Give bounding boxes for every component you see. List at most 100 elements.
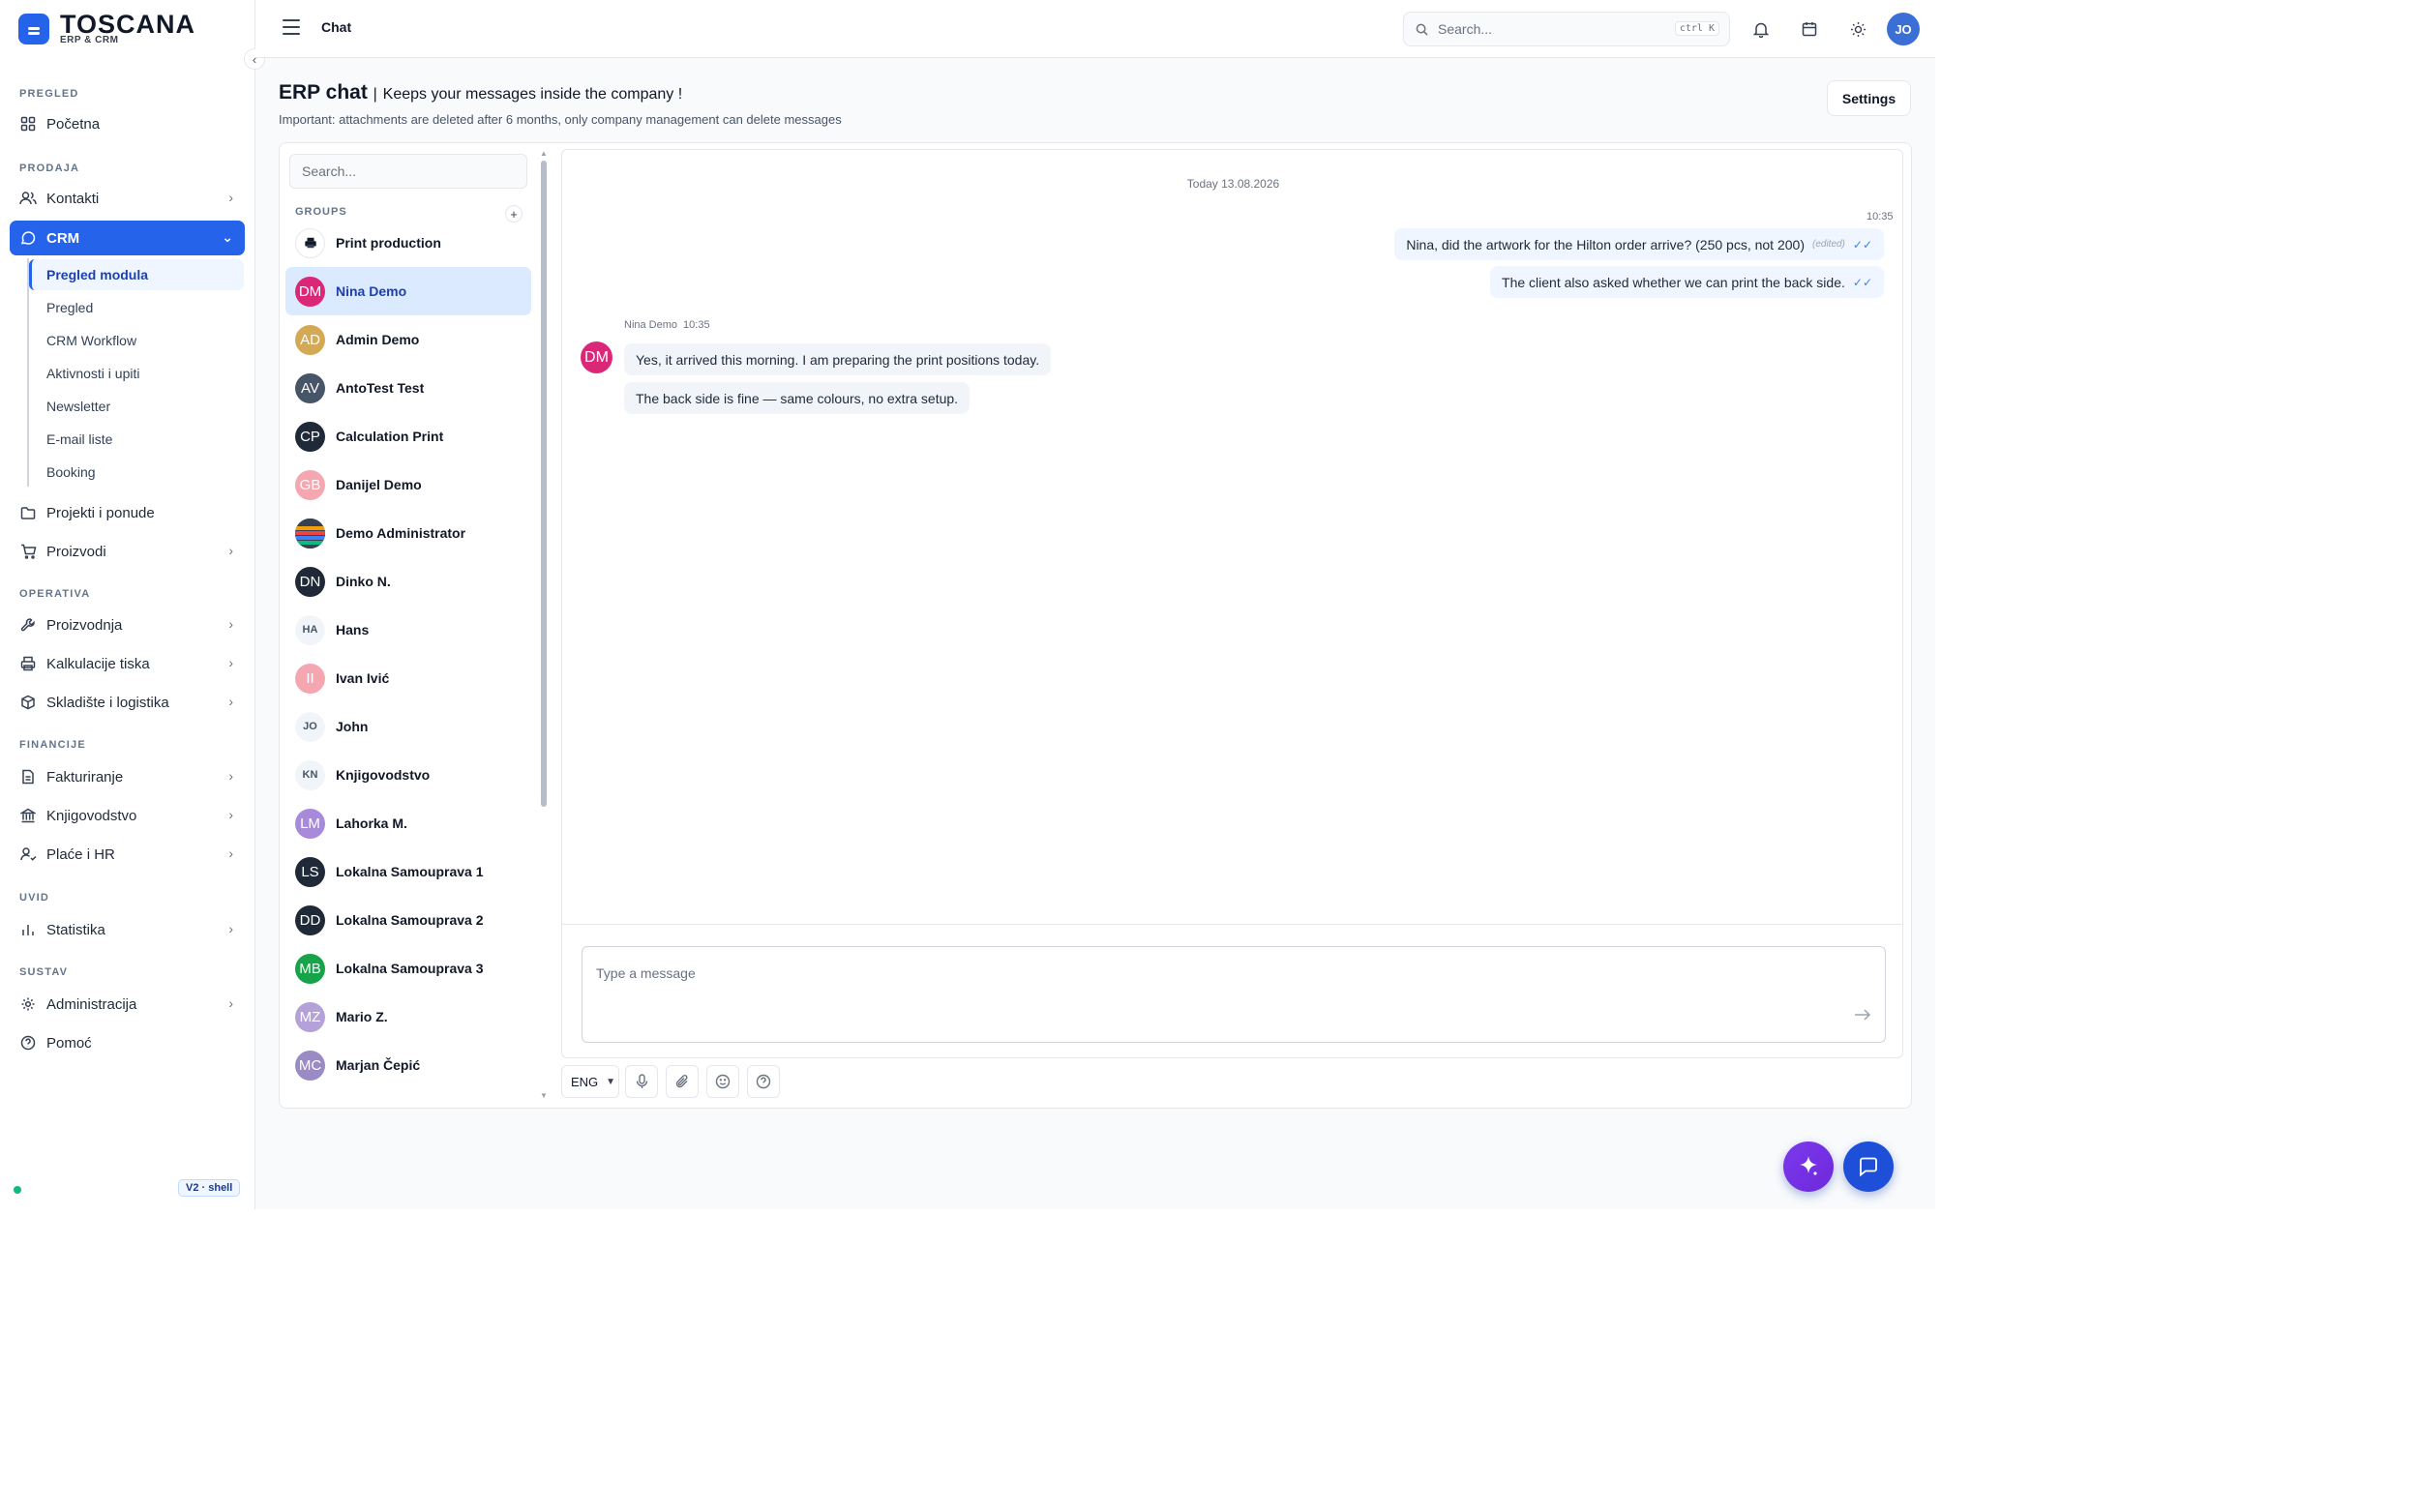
user-avatar[interactable]: JO [1887,13,1920,45]
help-icon[interactable] [747,1065,780,1098]
menu-icon[interactable] [283,19,300,40]
composer-toolbar: ENG ▼ [561,1064,788,1099]
contact-item[interactable]: HA Hans [285,606,531,654]
ai-assistant-button[interactable] [1783,1141,1834,1192]
contact-item[interactable]: Demo Administrator [285,509,531,557]
contact-name: Admin Demo [336,332,420,347]
sparkle-icon [1800,1156,1817,1175]
sidebar-item-pomoc[interactable]: Pomoć [10,1025,245,1060]
section-prodaja: PRODAJA [19,163,80,174]
sidebar-item-label: Knjigovodstvo [46,807,137,824]
sidebar-item-place[interactable]: Plaće i HR › [10,837,245,872]
incoming-message[interactable]: Yes, it arrived this morning. I am prepa… [624,343,1052,375]
contact-item[interactable]: GB Danijel Demo [285,460,531,509]
paperclip-icon[interactable] [666,1065,699,1098]
send-icon[interactable] [1854,1006,1871,1026]
sidebar-sub-aktivnosti[interactable]: Aktivnosti i upiti [29,358,244,389]
message-input[interactable]: Type a message [582,946,1886,1043]
section-pregled: PREGLED [19,88,79,100]
contact-avatar: AD [295,324,325,355]
contact-item[interactable]: LM Lahorka M. [285,799,531,847]
sun-icon[interactable] [1846,17,1869,41]
sidebar-sub-pregled-modula[interactable]: Pregled modula [29,259,244,290]
sidebar-item-label: Skladište i logistika [46,694,169,711]
sidebar-sub-booking[interactable]: Booking [29,457,244,488]
contact-name: Lahorka M. [336,815,407,831]
chat-launcher-button[interactable] [1843,1141,1894,1192]
contact-search-input[interactable]: Search... [289,154,527,189]
version-badge: V2 · shell [178,1179,241,1197]
outgoing-message[interactable]: The client also asked whether we can pri… [1490,266,1884,298]
grid-icon [19,115,37,133]
app-shell: TOSCANA ERP & CRM ‹ PREGLED Početna PROD… [0,0,1935,1209]
contact-avatar: KN [295,759,325,790]
contact-list-scrollbar[interactable]: ▲ ▼ [540,149,548,1100]
contact-item[interactable]: DN Dinko N. [285,557,531,606]
settings-button[interactable]: Settings [1827,80,1911,116]
contact-item[interactable]: Print production [285,219,531,267]
calendar-icon[interactable] [1798,17,1821,41]
scrollbar-thumb[interactable] [541,161,547,807]
sidebar-item-kalkulacije[interactable]: Kalkulacije tiska › [10,646,245,681]
sidebar-item-projekti[interactable]: Projekti i ponude [10,495,245,530]
sidebar-item-proizvodi[interactable]: Proizvodi › [10,534,245,569]
global-search-input[interactable]: Search... ctrl K [1403,12,1730,46]
contact-item[interactable]: JO John [285,702,531,751]
chevron-right-icon: › [228,921,233,936]
scroll-up-icon[interactable]: ▲ [540,149,548,158]
contact-item[interactable]: MC Marjan Čepić [285,1041,531,1089]
sidebar-item-crm[interactable]: CRM ⌄ [10,221,245,255]
sidebar-item-label: Početna [46,115,101,133]
bell-icon[interactable] [1749,17,1773,41]
contact-item[interactable]: MZ Mario Z. [285,993,531,1041]
sidebar-item-label: Kontakti [46,190,100,207]
chevron-right-icon: › [228,655,233,670]
sidebar-item-proizvodnja[interactable]: Proizvodnja › [10,608,245,642]
edited-label: (edited) [1811,239,1845,250]
sidebar-sub-email-liste[interactable]: E-mail liste [29,424,244,455]
brand[interactable]: TOSCANA ERP & CRM [18,12,195,45]
contact-name: Lokalna Samouprava 2 [336,912,484,928]
scroll-down-icon[interactable]: ▼ [540,1091,548,1100]
contact-item[interactable]: DD Lokalna Samouprava 2 [285,896,531,944]
language-select[interactable]: ENG ▼ [561,1065,619,1098]
incoming-message[interactable]: The back side is fine — same colours, no… [624,382,971,414]
contact-item[interactable]: MB Lokalna Samouprava 3 [285,944,531,993]
sidebar-item-label: CRM [46,229,80,247]
page-tagline: Keeps your messages inside the company ! [382,86,683,103]
sidebar-item-fakturiranje[interactable]: Fakturiranje › [10,759,245,794]
page-breadcrumb: Chat [321,19,352,35]
sender-avatar: DM [581,341,612,373]
sidebar-item-knjigovodstvo[interactable]: Knjigovodstvo › [10,798,245,833]
contact-item[interactable]: AD Admin Demo [285,315,531,364]
brand-name: TOSCANA [60,10,196,39]
contact-avatar: II [295,663,325,694]
sidebar-item-kontakti[interactable]: Kontakti › [10,181,245,216]
contact-item[interactable]: KN Knjigovodstvo [285,751,531,799]
groups-label: GROUPS [295,206,347,218]
language-value: ENG [571,1074,599,1089]
contact-item[interactable]: II Ivan Ivić [285,654,531,702]
sidebar-item-statistika[interactable]: Statistika › [10,912,245,947]
message-text: Nina, did the artwork for the Hilton ord… [1406,236,1805,252]
contact-item[interactable]: AV AntoTest Test [285,364,531,412]
sidebar-item-pocetna[interactable]: Početna [10,106,245,141]
sidebar-item-skladiste[interactable]: Skladište i logistika › [10,685,245,720]
invoice-icon [19,768,37,786]
contact-item[interactable]: DM Nina Demo [285,267,531,315]
contact-item[interactable]: CP Calculation Print [285,412,531,460]
contact-name: Demo Administrator [336,525,466,541]
sidebar-item-administracija[interactable]: Administracija › [10,987,245,1022]
page-title: ERP chat | Keeps your messages inside th… [279,81,682,104]
contact-avatar: AV [295,372,325,403]
contact-avatar: JO [295,711,325,742]
microphone-icon[interactable] [625,1065,658,1098]
contact-name: John [336,719,369,734]
outgoing-message[interactable]: Nina, did the artwork for the Hilton ord… [1394,228,1884,260]
sidebar-sub-newsletter[interactable]: Newsletter [29,391,244,422]
contact-item[interactable]: LS Lokalna Samouprava 1 [285,847,531,896]
sidebar-sub-pregled[interactable]: Pregled [29,292,244,323]
emoji-icon[interactable] [706,1065,739,1098]
sidebar-sub-crm-workflow[interactable]: CRM Workflow [29,325,244,356]
contact-name: Print production [336,235,441,251]
